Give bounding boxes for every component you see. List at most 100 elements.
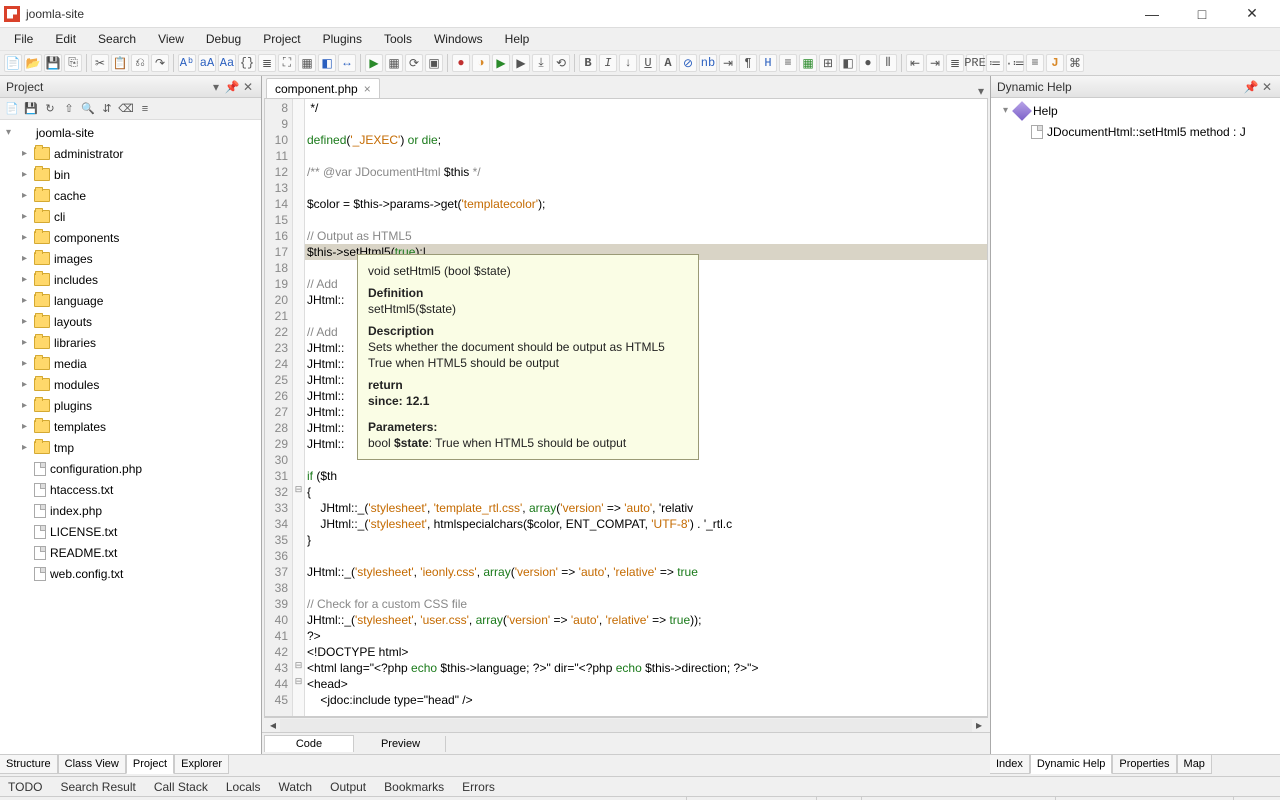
project-toolbar-btn[interactable]: ⇵ — [99, 101, 115, 117]
project-toolbar-btn[interactable]: 💾 — [23, 101, 39, 117]
close-panel-icon[interactable]: ✕ — [241, 80, 255, 94]
tab-overflow-icon[interactable]: ▾ — [972, 84, 990, 98]
toolbar-btn[interactable]: ▦ — [298, 54, 316, 72]
output-tab-output[interactable]: Output — [330, 780, 366, 794]
menu-help[interactable]: Help — [495, 30, 540, 48]
tab-dynamic-help[interactable]: Dynamic Help — [1030, 755, 1112, 774]
menu-view[interactable]: View — [148, 30, 194, 48]
help-item[interactable]: JDocumentHtml::setHtml5 method : J — [991, 121, 1280, 142]
toolbar-btn[interactable]: ≡ — [779, 54, 797, 72]
toolbar-btn[interactable]: ≔ — [986, 54, 1004, 72]
toolbar-btn[interactable]: ⇥ — [926, 54, 944, 72]
tab-class-view[interactable]: Class View — [58, 755, 126, 774]
toolbar-btn[interactable]: ▦ — [385, 54, 403, 72]
panel-menu-icon[interactable]: ▾ — [209, 80, 223, 94]
menu-plugins[interactable]: Plugins — [313, 30, 372, 48]
file-item[interactable]: LICENSE.txt — [0, 521, 261, 542]
output-tab-call-stack[interactable]: Call Stack — [154, 780, 208, 794]
toolbar-btn[interactable]: nb — [699, 54, 717, 72]
pin-icon[interactable]: 📌 — [225, 80, 239, 94]
tab-structure[interactable]: Structure — [0, 755, 58, 774]
folder-item[interactable]: ▸modules — [0, 374, 261, 395]
pin-icon[interactable]: 📌 — [1244, 80, 1258, 94]
menu-tools[interactable]: Tools — [374, 30, 422, 48]
output-tab-errors[interactable]: Errors — [462, 780, 495, 794]
folder-item[interactable]: ▸tmp — [0, 437, 261, 458]
folder-item[interactable]: ▸components — [0, 227, 261, 248]
toolbar-btn[interactable]: ● — [859, 54, 877, 72]
toolbar-btn[interactable]: ⌘ — [1066, 54, 1084, 72]
toolbar-btn[interactable]: ▶ — [365, 54, 383, 72]
folder-item[interactable]: ▸libraries — [0, 332, 261, 353]
fold-gutter[interactable]: ⊟⊟⊟ — [293, 99, 305, 716]
project-toolbar-btn[interactable]: 🔍 — [80, 101, 96, 117]
tab-explorer[interactable]: Explorer — [174, 755, 229, 774]
toolbar-btn[interactable]: ⛶ — [278, 54, 296, 72]
tab-code[interactable]: Code — [264, 735, 354, 752]
toolbar-btn[interactable]: J — [1046, 54, 1064, 72]
toolbar-btn[interactable]: ≡ — [1026, 54, 1044, 72]
toolbar-btn[interactable]: PRE — [966, 54, 984, 72]
tab-properties[interactable]: Properties — [1112, 755, 1176, 774]
toolbar-btn[interactable]: ⇥ — [719, 54, 737, 72]
toolbar-btn[interactable]: Aᵇ — [178, 54, 196, 72]
menu-edit[interactable]: Edit — [45, 30, 86, 48]
scroll-right-icon[interactable]: ▸ — [972, 718, 986, 732]
tab-index[interactable]: Index — [990, 755, 1030, 774]
toolbar-btn[interactable]: {} — [238, 54, 256, 72]
toolbar-btn[interactable]: ¶ — [739, 54, 757, 72]
folder-item[interactable]: ▸templates — [0, 416, 261, 437]
toolbar-btn[interactable]: ◧ — [318, 54, 336, 72]
folder-item[interactable]: ▸layouts — [0, 311, 261, 332]
toolbar-btn[interactable]: H — [759, 54, 777, 72]
toolbar-btn[interactable]: ↔ — [338, 54, 356, 72]
minimize-button[interactable]: — — [1136, 4, 1168, 24]
toolbar-btn[interactable]: B — [579, 54, 597, 72]
folder-item[interactable]: ▸cache — [0, 185, 261, 206]
folder-item[interactable]: ▸cli — [0, 206, 261, 227]
file-item[interactable]: index.php — [0, 500, 261, 521]
file-item[interactable]: web.config.txt — [0, 563, 261, 584]
toolbar-btn[interactable]: ● — [452, 54, 470, 72]
folder-item[interactable]: ▸plugins — [0, 395, 261, 416]
toolbar-btn[interactable]: ≣ — [258, 54, 276, 72]
menu-debug[interactable]: Debug — [196, 30, 251, 48]
toolbar-btn[interactable]: ▶ — [512, 54, 530, 72]
close-panel-icon[interactable]: ✕ — [1260, 80, 1274, 94]
toolbar-btn[interactable]: ⎌ — [131, 54, 149, 72]
scroll-track[interactable] — [280, 719, 972, 732]
toolbar-btn[interactable]: ◑ — [472, 54, 490, 72]
toolbar-btn[interactable]: ⟳ — [405, 54, 423, 72]
tab-project[interactable]: Project — [126, 755, 174, 774]
project-toolbar-btn[interactable]: ↻ — [42, 101, 58, 117]
toolbar-btn[interactable]: ≣ — [946, 54, 964, 72]
folder-item[interactable]: ▾joomla-site — [0, 122, 261, 143]
menu-windows[interactable]: Windows — [424, 30, 493, 48]
output-tab-bookmarks[interactable]: Bookmarks — [384, 780, 444, 794]
toolbar-btn[interactable]: ✂ — [91, 54, 109, 72]
close-tab-icon[interactable]: × — [364, 82, 371, 96]
toolbar-btn[interactable]: ⊘ — [679, 54, 697, 72]
help-item[interactable]: ▾Help — [991, 100, 1280, 121]
toolbar-btn[interactable]: ▦ — [799, 54, 817, 72]
toolbar-btn[interactable]: ⇤ — [906, 54, 924, 72]
toolbar-btn[interactable]: 📂 — [24, 54, 42, 72]
toolbar-btn[interactable]: 📋 — [111, 54, 129, 72]
toolbar-btn[interactable]: ◧ — [839, 54, 857, 72]
editor-tab-component[interactable]: component.php × — [266, 78, 380, 98]
project-toolbar-btn[interactable]: ⇧ — [61, 101, 77, 117]
project-toolbar-btn[interactable]: ≡ — [137, 101, 153, 117]
project-tree[interactable]: ▾joomla-site▸administrator▸bin▸cache▸cli… — [0, 120, 261, 754]
toolbar-btn[interactable]: ↓ — [619, 54, 637, 72]
output-tab-locals[interactable]: Locals — [226, 780, 261, 794]
toolbar-btn[interactable]: ⎘ — [64, 54, 82, 72]
folder-item[interactable]: ▸media — [0, 353, 261, 374]
folder-item[interactable]: ▸administrator — [0, 143, 261, 164]
tab-map[interactable]: Map — [1177, 755, 1212, 774]
file-item[interactable]: htaccess.txt — [0, 479, 261, 500]
project-toolbar-btn[interactable]: 📄 — [4, 101, 20, 117]
close-button[interactable]: ✕ — [1236, 4, 1268, 24]
folder-item[interactable]: ▸language — [0, 290, 261, 311]
maximize-button[interactable]: □ — [1186, 4, 1218, 24]
toolbar-btn[interactable]: I — [599, 54, 617, 72]
